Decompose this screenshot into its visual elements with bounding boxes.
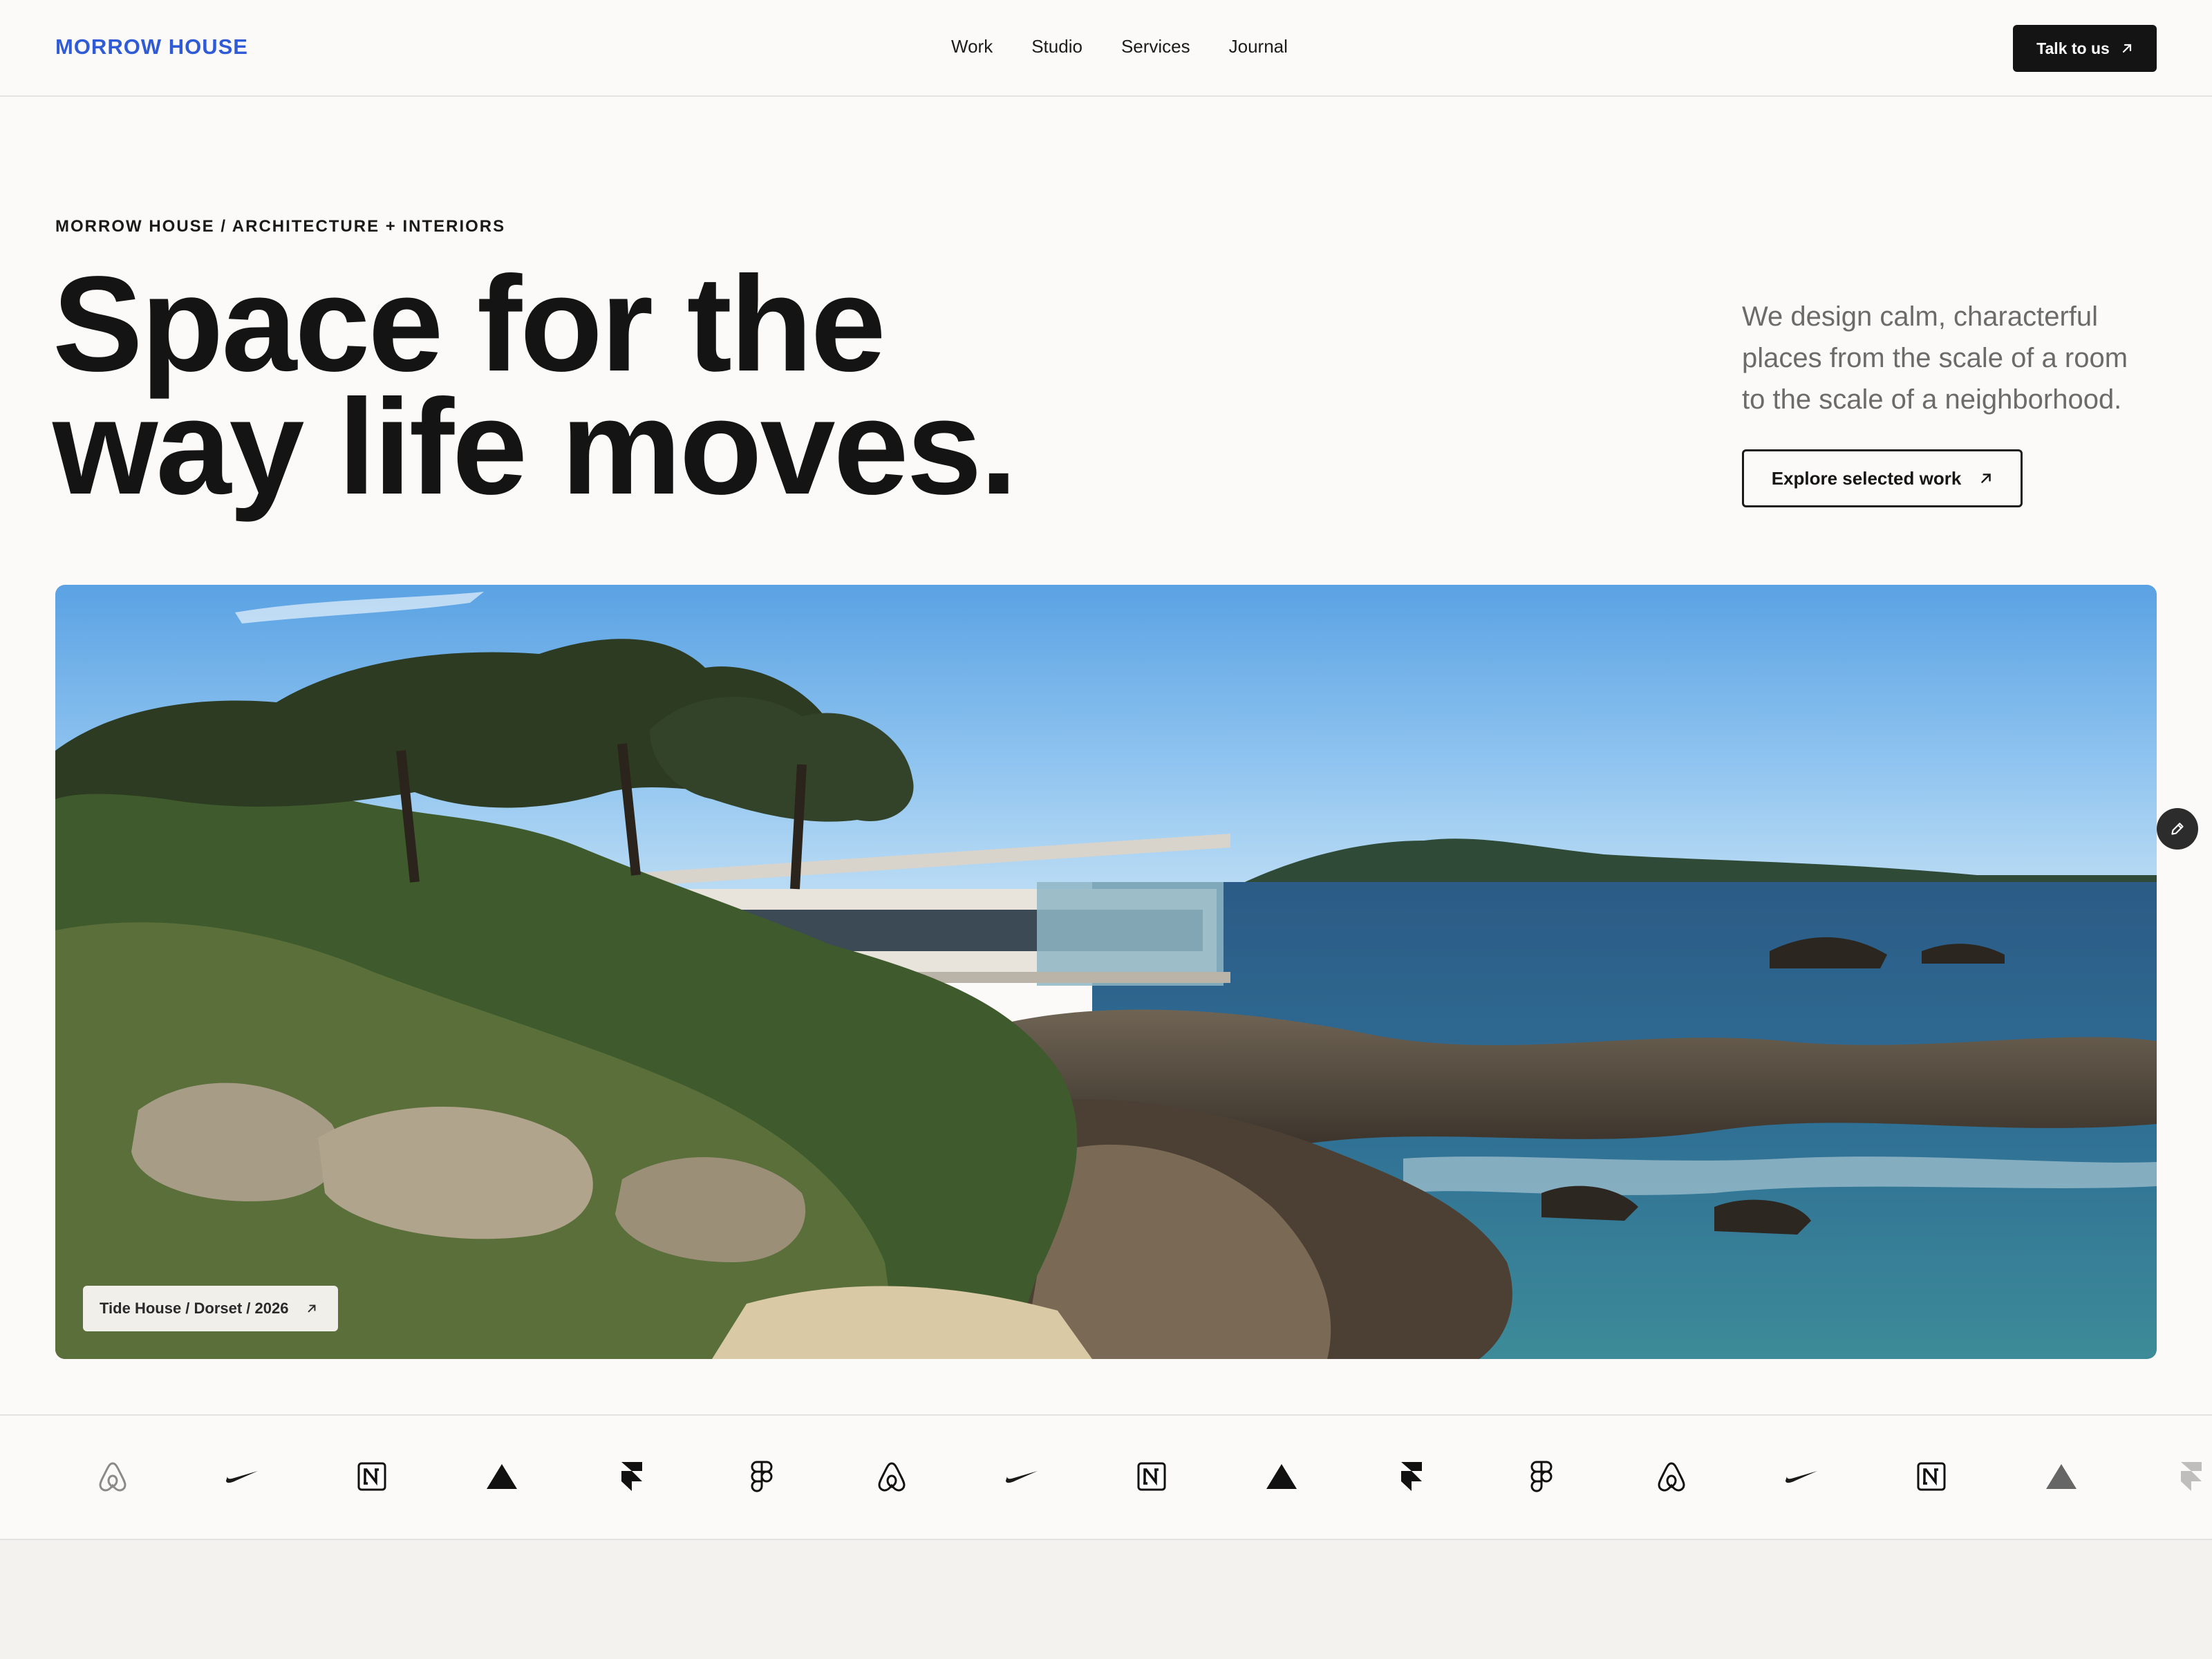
vercel-icon bbox=[482, 1457, 521, 1496]
arrow-up-right-icon bbox=[1981, 474, 1991, 483]
nike-icon bbox=[1782, 1457, 1821, 1496]
arrow-up-right-icon bbox=[308, 1304, 316, 1313]
hero-eyebrow: MORROW HOUSE / ARCHITECTURE + INTERIORS bbox=[55, 217, 506, 236]
hero-blurb: We design calm, characterful places from… bbox=[1742, 301, 2128, 415]
hero-image: Tide House / Dorset / 2026 bbox=[55, 585, 2157, 1359]
main-nav: Work Studio Services Journal bbox=[951, 36, 1288, 57]
coastal-house-photo bbox=[55, 585, 2157, 1359]
explore-selected-work-button[interactable]: Explore selected work bbox=[1742, 449, 2023, 507]
nav-item-work[interactable]: Work bbox=[951, 36, 993, 57]
pencil-icon bbox=[2171, 823, 2184, 835]
arrow-up-right-icon bbox=[2122, 44, 2131, 53]
talk-to-us-label: Talk to us bbox=[2036, 39, 2110, 57]
nav-item-services[interactable]: Services bbox=[1121, 36, 1190, 57]
brand-logo[interactable]: MORROW HOUSE bbox=[55, 35, 248, 59]
headline-line-1: Space for the bbox=[53, 248, 886, 400]
framer-icon bbox=[612, 1457, 651, 1496]
airbnb-icon bbox=[872, 1457, 911, 1496]
nike-icon bbox=[1002, 1457, 1041, 1496]
top-nav: MORROW HOUSE Work Studio Services Journa… bbox=[0, 0, 2212, 97]
airbnb-icon bbox=[93, 1457, 132, 1496]
figma-icon bbox=[1522, 1457, 1561, 1496]
nav-item-journal[interactable]: Journal bbox=[1229, 36, 1288, 57]
notion-icon bbox=[1132, 1457, 1171, 1496]
framer-icon bbox=[2172, 1457, 2211, 1496]
notion-icon bbox=[353, 1457, 391, 1496]
explore-label: Explore selected work bbox=[1771, 467, 1962, 489]
framer-icon bbox=[1392, 1457, 1431, 1496]
project-caption-label: Tide House / Dorset / 2026 bbox=[100, 1300, 289, 1317]
hero-headline: Space for the way life moves. bbox=[53, 248, 1159, 523]
notion-icon bbox=[1912, 1457, 1951, 1496]
vercel-icon bbox=[2042, 1457, 2081, 1496]
next-section-band bbox=[0, 1540, 2212, 1659]
figma-icon bbox=[742, 1457, 781, 1496]
talk-to-us-button[interactable]: Talk to us bbox=[2013, 25, 2157, 72]
nav-item-studio[interactable]: Studio bbox=[1031, 36, 1082, 57]
edit-button[interactable] bbox=[2157, 808, 2198, 850]
airbnb-icon bbox=[1652, 1457, 1691, 1496]
nike-icon bbox=[223, 1457, 261, 1496]
client-logo-strip bbox=[0, 1414, 2212, 1540]
vercel-icon bbox=[1262, 1457, 1301, 1496]
project-caption-tag[interactable]: Tide House / Dorset / 2026 bbox=[83, 1286, 339, 1331]
headline-line-2: way life moves. bbox=[53, 371, 1018, 523]
